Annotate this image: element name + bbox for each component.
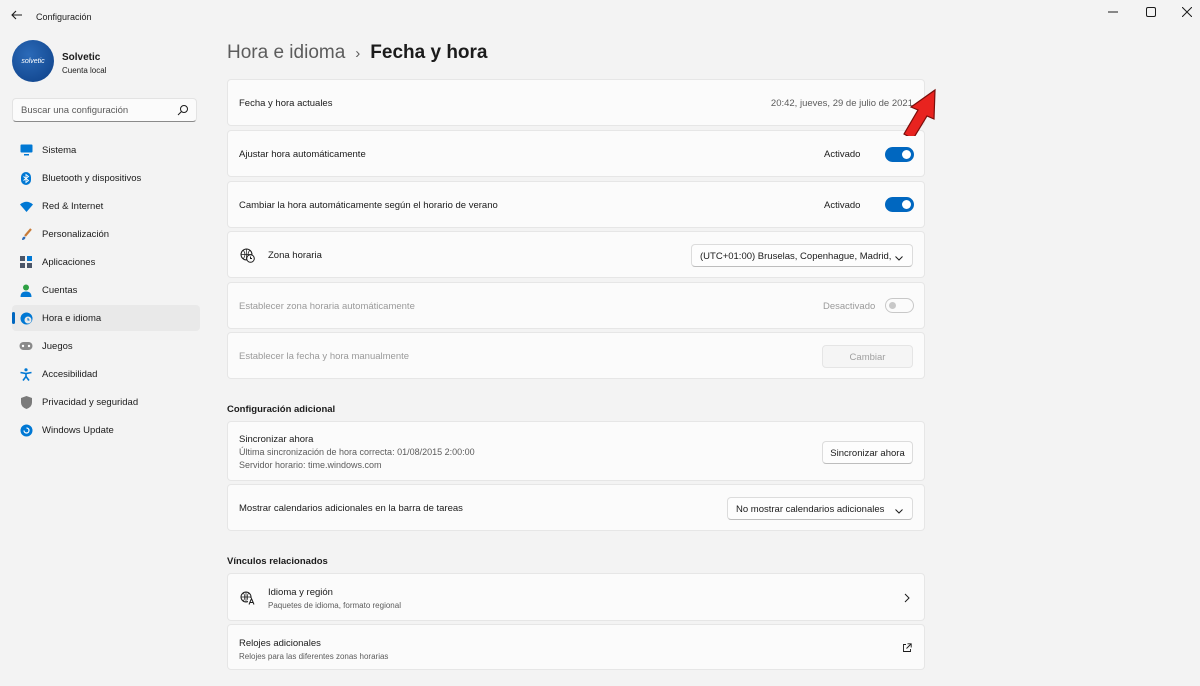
sidebar-item-personalizacion[interactable]: Personalización — [12, 221, 200, 247]
sync-now-button[interactable]: Sincronizar ahora — [822, 441, 913, 464]
sidebar-item-label: Hora e idioma — [42, 312, 102, 324]
sidebar-item-label: Juegos — [42, 340, 73, 352]
annotation-arrow-icon — [898, 86, 946, 140]
sidebar-item-juegos[interactable]: Juegos — [12, 333, 200, 359]
search-placeholder: Buscar una configuración — [21, 105, 129, 116]
window-title: Configuración — [36, 12, 92, 22]
auto-timezone-card: Establecer zona horaria automáticamente … — [227, 282, 925, 329]
external-link-icon — [902, 643, 912, 656]
change-datetime-button[interactable]: Cambiar — [822, 345, 913, 368]
sidebar-item-label: Aplicaciones — [42, 256, 96, 268]
sidebar-item-accesibilidad[interactable]: Accesibilidad — [12, 361, 200, 387]
user-profile[interactable]: solvetic Solvetic Cuenta local — [12, 40, 202, 84]
calendars-label: Mostrar calendarios adicionales en la ba… — [239, 503, 463, 514]
language-region-link[interactable]: Idioma y región Paquetes de idioma, form… — [227, 573, 925, 621]
breadcrumb-parent[interactable]: Hora e idioma — [227, 42, 345, 63]
sidebar-item-aplicaciones[interactable]: Aplicaciones — [12, 249, 200, 275]
sidebar-item-label: Windows Update — [42, 424, 114, 436]
dst-label: Cambiar la hora automáticamente según el… — [239, 200, 498, 211]
maximize-icon[interactable] — [1136, 4, 1166, 20]
current-datetime-card: Fecha y hora actuales 20:42, jueves, 29 … — [227, 79, 925, 126]
sync-label: Sincronizar ahora — [239, 434, 314, 445]
monitor-icon — [19, 143, 33, 157]
timezone-select[interactable]: (UTC+01:00) Bruselas, Copenhague, Madrid… — [691, 244, 913, 267]
sidebar-item-label: Accesibilidad — [42, 368, 98, 380]
sidebar-item-label: Privacidad y seguridad — [42, 396, 139, 408]
page-title: Fecha y hora — [370, 42, 488, 63]
manual-datetime-card: Establecer la fecha y hora manualmente C… — [227, 332, 925, 379]
dst-state: Activado — [824, 200, 861, 211]
profile-name: Solvetic — [62, 52, 101, 63]
person-icon — [19, 283, 33, 297]
close-icon[interactable] — [1172, 4, 1200, 20]
language-region-label: Idioma y región — [268, 587, 333, 598]
title-bar: Configuración — [0, 0, 1200, 28]
sidebar-item-label: Red & Internet — [42, 200, 104, 212]
dst-card: Cambiar la hora automáticamente según el… — [227, 181, 925, 228]
additional-clocks-sub: Relojes para las diferentes zonas horari… — [239, 652, 389, 661]
sidebar-item-label: Sistema — [42, 144, 77, 156]
last-sync-text: Última sincronización de hora correcta: … — [239, 447, 475, 457]
language-icon — [240, 591, 256, 608]
dst-toggle[interactable] — [885, 197, 914, 212]
additional-clocks-link[interactable]: Relojes adicionales Relojes para las dif… — [227, 624, 925, 670]
calendars-card: Mostrar calendarios adicionales en la ba… — [227, 484, 925, 531]
calendars-select[interactable]: No mostrar calendarios adicionales — [727, 497, 913, 520]
globe-clock-icon — [19, 311, 33, 325]
current-datetime-value: 20:42, jueves, 29 de julio de 2021 — [770, 98, 913, 109]
auto-time-toggle[interactable] — [885, 147, 914, 162]
additional-settings-title: Configuración adicional — [227, 404, 336, 415]
timezone-selected-value: (UTC+01:00) Bruselas, Copenhague, Madrid… — [700, 251, 892, 262]
profile-account-type: Cuenta local — [62, 66, 107, 75]
sidebar-item-bluetooth[interactable]: Bluetooth y dispositivos — [12, 165, 200, 191]
sync-card: Sincronizar ahora Última sincronización … — [227, 421, 925, 481]
sidebar-item-sistema[interactable]: Sistema — [12, 137, 200, 163]
breadcrumb: Hora e idioma › Fecha y hora — [227, 42, 488, 64]
update-icon — [19, 423, 33, 437]
sidebar-item-cuentas[interactable]: Cuentas — [12, 277, 200, 303]
back-arrow-icon[interactable] — [10, 8, 24, 22]
sidebar-item-label: Bluetooth y dispositivos — [42, 172, 142, 184]
chevron-down-icon — [895, 506, 903, 517]
auto-timezone-toggle[interactable] — [885, 298, 914, 313]
timezone-label: Zona horaria — [268, 250, 322, 261]
sidebar-item-label: Cuentas — [42, 284, 78, 296]
auto-timezone-state: Desactivado — [823, 301, 876, 312]
manual-datetime-label: Establecer la fecha y hora manualmente — [239, 351, 410, 362]
additional-clocks-label: Relojes adicionales — [239, 638, 321, 649]
minimize-icon[interactable] — [1098, 4, 1128, 20]
auto-time-state: Activado — [824, 149, 861, 160]
auto-time-label: Ajustar hora automáticamente — [239, 149, 366, 160]
auto-time-card: Ajustar hora automáticamente Activado — [227, 130, 925, 177]
sidebar-nav: Sistema Bluetooth y dispositivos Red & I… — [12, 137, 200, 445]
auto-timezone-label: Establecer zona horaria automáticamente — [239, 301, 415, 312]
sidebar-item-windows-update[interactable]: Windows Update — [12, 417, 200, 443]
current-datetime-label: Fecha y hora actuales — [239, 98, 333, 109]
sidebar-item-red-internet[interactable]: Red & Internet — [12, 193, 200, 219]
timezone-card: Zona horaria (UTC+01:00) Bruselas, Copen… — [227, 231, 925, 278]
accessibility-icon — [19, 367, 33, 381]
avatar: solvetic — [12, 40, 54, 82]
chevron-right-icon — [904, 593, 910, 606]
brush-icon — [19, 227, 33, 241]
apps-icon — [19, 255, 33, 269]
sidebar-item-hora-idioma[interactable]: Hora e idioma — [12, 305, 200, 331]
search-input[interactable]: Buscar una configuración — [12, 98, 197, 122]
gamepad-icon — [19, 339, 33, 353]
shield-icon — [19, 395, 33, 409]
search-icon[interactable] — [177, 104, 189, 119]
bluetooth-icon — [19, 171, 33, 185]
related-links-title: Vínculos relacionados — [227, 556, 328, 567]
sidebar-item-privacidad[interactable]: Privacidad y seguridad — [12, 389, 200, 415]
chevron-down-icon — [895, 253, 903, 264]
breadcrumb-separator: › — [355, 45, 361, 62]
language-region-sub: Paquetes de idioma, formato regional — [268, 601, 401, 610]
time-server-text: Servidor horario: time.windows.com — [239, 460, 382, 470]
globe-clock-icon — [240, 248, 255, 266]
sidebar-item-label: Personalización — [42, 228, 110, 240]
calendars-selected-value: No mostrar calendarios adicionales — [736, 504, 885, 515]
wifi-icon — [19, 199, 33, 213]
